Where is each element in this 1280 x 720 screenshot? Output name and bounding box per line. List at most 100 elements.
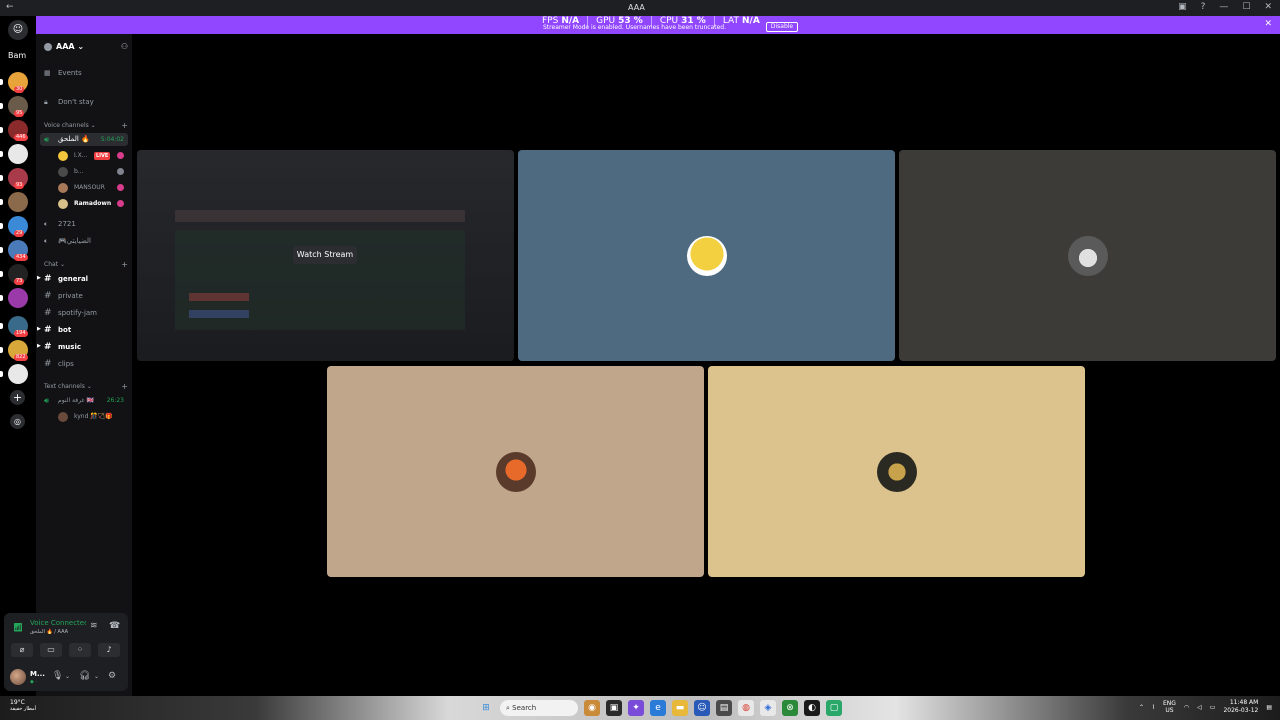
tray-chevron-icon[interactable]: ⌃	[1139, 704, 1144, 711]
disconnect-icon[interactable]: ☎	[109, 621, 120, 631]
avatar[interactable]	[10, 669, 26, 685]
voice-channel-bedroom[interactable]: 🔊︎ غرفة النوم 🇬🇧 26:23	[40, 395, 128, 407]
weather-widget[interactable]: 19°C أمطار خفيفة	[10, 699, 36, 712]
unread-indicator: ▶	[37, 326, 41, 332]
soundboard-button[interactable]: ♪	[98, 643, 120, 657]
app-icon[interactable]: ◈	[760, 700, 776, 716]
text-channel-music[interactable]: ▶ # music	[37, 342, 81, 352]
stream-tile[interactable]: Watch Stream	[137, 150, 514, 361]
language-indicator[interactable]: ENG US	[1163, 700, 1176, 714]
text-channel-private[interactable]: # private	[44, 291, 83, 301]
edge-icon[interactable]: e	[650, 700, 666, 716]
participant-tile[interactable]	[327, 366, 704, 577]
category-text-channels[interactable]: Text channels ⌄ +	[44, 382, 128, 391]
help-icon[interactable]: ?	[1201, 2, 1206, 12]
voice-channel[interactable]: 🔈︎ 🎮الضيايتي	[44, 237, 91, 246]
voice-connected-status[interactable]: Voice Connected	[30, 619, 86, 627]
text-channel-spotify-jam[interactable]: # spotify-jam	[44, 308, 97, 318]
server-icon[interactable]	[8, 144, 28, 164]
steam-icon[interactable]: ◐	[804, 700, 820, 716]
discover-servers-button[interactable]: ◎	[10, 414, 25, 429]
voice-channel[interactable]: 🔈︎ 2721	[44, 220, 76, 229]
close-window-icon[interactable]: ✕	[1264, 2, 1272, 12]
taskbar-apps: ⊞ ⌕ Search ◉ ▣ ✦ e ▬ ☺ ▤ ◍ ◈ ⊗ ◐ ▢	[478, 700, 842, 716]
voice-user[interactable]: Ramadown	[58, 198, 128, 210]
direct-messages-button[interactable]: ☺	[8, 20, 28, 40]
voice-location[interactable]: الملحق 🔥 / AAA	[30, 629, 68, 635]
app-icon[interactable]: ▢	[826, 700, 842, 716]
participant-tile[interactable]	[899, 150, 1276, 361]
text-channel-general[interactable]: ▶ # general	[37, 274, 88, 284]
screen-share-button[interactable]: ▭	[40, 643, 62, 657]
speaker-icon: 🔈︎	[44, 237, 49, 245]
avatar	[876, 451, 917, 492]
minimize-icon[interactable]: —	[1219, 2, 1228, 12]
notifications-icon[interactable]: ▤	[1266, 704, 1272, 711]
close-banner-icon[interactable]: ✕	[1264, 19, 1272, 29]
invite-people-icon[interactable]: ⚇	[121, 42, 128, 51]
unread-pill	[0, 271, 3, 277]
noise-suppression-icon[interactable]: ≋	[90, 621, 98, 631]
participant-tile[interactable]	[518, 150, 895, 361]
voice-user-name: kynd 🎊🏹🎁	[74, 413, 113, 420]
category-chat[interactable]: Chat ⌄ +	[44, 260, 128, 269]
speaker-icon: 🔈︎	[44, 220, 49, 228]
server-icon[interactable]	[8, 364, 28, 384]
taskbar-search[interactable]: ⌕ Search	[500, 700, 578, 716]
back-arrow-icon[interactable]: ←	[6, 2, 14, 12]
inbox-icon[interactable]: ▣	[1178, 2, 1187, 12]
voice-user[interactable]: I.X... LIVE	[58, 150, 128, 162]
unread-pill	[0, 247, 3, 253]
tray-app-icon[interactable]: ⌇	[1152, 704, 1155, 711]
wifi-icon[interactable]: ◠	[1184, 704, 1189, 711]
unread-pill	[0, 347, 3, 353]
create-channel-icon[interactable]: +	[121, 121, 128, 130]
nav-locked-channel[interactable]: 🔒︎ Don't stay	[44, 98, 94, 107]
guild-header[interactable]: AAA ⌄ ⚇	[44, 42, 128, 54]
screen-share-icon: ▭	[47, 645, 55, 654]
voice-user[interactable]: MANSOUR	[58, 182, 128, 194]
server-icon[interactable]	[8, 192, 28, 212]
settings-gear-icon[interactable]: ⚙	[108, 671, 116, 681]
voice-user[interactable]: b...	[58, 166, 128, 178]
nav-events[interactable]: ▦ Events	[44, 69, 82, 77]
category-label: Voice channels	[44, 122, 89, 129]
active-voice-channel[interactable]: 🔊︎ الملحق 🔥 5:04:02	[40, 133, 128, 146]
task-view-icon[interactable]: ▣	[606, 700, 622, 716]
maximize-icon[interactable]: ☐	[1242, 2, 1250, 12]
unread-pill	[0, 223, 3, 229]
add-server-button[interactable]: +	[10, 390, 25, 405]
avatar	[1067, 235, 1108, 276]
discord-logo-icon: ☺	[12, 24, 24, 35]
copilot-icon[interactable]: ✦	[628, 700, 644, 716]
activities-button[interactable]: ⁘	[69, 643, 91, 657]
disable-streamer-mode-button[interactable]: Disable	[766, 22, 798, 32]
widgets-icon[interactable]: ◉	[584, 700, 600, 716]
text-channel-bot[interactable]: ▶ # bot	[37, 325, 71, 335]
battery-icon[interactable]: ▭	[1210, 704, 1216, 711]
store-icon[interactable]: ▤	[716, 700, 732, 716]
headphones-icon[interactable]: 🎧︎	[79, 671, 90, 681]
watch-stream-button[interactable]: Watch Stream	[293, 246, 357, 264]
create-channel-icon[interactable]: +	[121, 382, 128, 391]
chevron-down-icon: ⌄	[77, 42, 85, 51]
microphone-icon[interactable]: 🎙︎	[52, 671, 63, 681]
title-bar: ← AAA ▣ ? — ☐ ✕	[0, 0, 1280, 16]
clock[interactable]: 11:48 AM 2026-03-12	[1223, 699, 1258, 715]
volume-icon[interactable]: ◁	[1197, 704, 1202, 711]
avatar	[58, 199, 68, 209]
voice-user[interactable]: kynd 🎊🏹🎁	[58, 411, 128, 423]
chrome-icon[interactable]: ◍	[738, 700, 754, 716]
create-channel-icon[interactable]: +	[121, 260, 128, 269]
category-voice-channels[interactable]: Voice channels ⌄ +	[44, 121, 128, 130]
windows-start-icon[interactable]: ⊞	[478, 700, 494, 716]
discord-taskbar-icon[interactable]: ☺	[694, 700, 710, 716]
text-channel-clips[interactable]: # clips	[44, 359, 74, 369]
file-explorer-icon[interactable]: ▬	[672, 700, 688, 716]
chevron-down-icon[interactable]: ⌄	[65, 673, 70, 680]
server-icon[interactable]	[8, 288, 28, 308]
xbox-icon[interactable]: ⊗	[782, 700, 798, 716]
chevron-down-icon[interactable]: ⌄	[94, 673, 99, 680]
participant-tile[interactable]	[708, 366, 1085, 577]
camera-off-button[interactable]: ⌀	[11, 643, 33, 657]
